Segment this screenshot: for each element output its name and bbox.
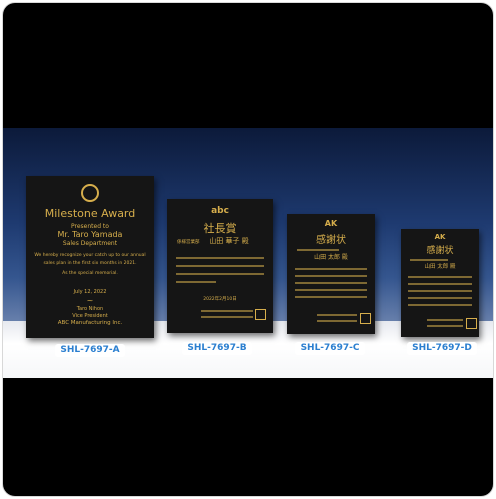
plaque-d-recipient: 山田 太郎 殿 xyxy=(424,264,456,270)
plaque-c-issuer-line xyxy=(317,320,357,322)
plaque-d-text-line xyxy=(408,276,472,278)
product-photo-frame: Milestone Award Presented to Mr. Taro Ya… xyxy=(3,3,493,496)
plaque-b-text-line xyxy=(176,257,264,259)
plaque-b-text-line xyxy=(176,265,264,267)
plaque-a: Milestone Award Presented to Mr. Taro Ya… xyxy=(26,176,154,338)
plaque-a-title: Milestone Award xyxy=(44,207,136,220)
plaque-a-signer: Taro Nihon xyxy=(76,306,104,312)
plaque-d-text-line xyxy=(408,290,472,292)
plaque-d-seal-icon xyxy=(466,318,477,329)
plaque-c-seal-icon xyxy=(360,313,371,324)
plaque-b-issuer-line xyxy=(201,316,253,318)
plaque-c-prefix-line xyxy=(297,249,339,251)
label-a: SHL-7697-A xyxy=(55,344,125,357)
plaque-a-presented-to: Presented to xyxy=(71,223,109,230)
plaque-d-issuer-line xyxy=(427,319,463,321)
plaque-a-body-2: sales plan in the first six months in 20… xyxy=(43,261,137,266)
plaque-d-issuer-line xyxy=(427,325,463,327)
plaque-c-text-line xyxy=(295,296,367,298)
plaque-b-text-line xyxy=(176,281,216,283)
plaque-a-company: ABC Manufacturing Inc. xyxy=(57,320,123,326)
plaque-a-signer-title: Vice President xyxy=(72,313,108,319)
plaque-d-title: 感謝状 xyxy=(426,246,454,256)
plaque-c-text-line xyxy=(295,275,367,277)
plaque-c-issuer-line xyxy=(317,314,357,316)
plaque-a-signature: ~ xyxy=(86,296,94,305)
plaque-d-logo: AK xyxy=(434,233,446,241)
plaque-c-text-line xyxy=(295,282,367,284)
plaque-c-title: 感謝状 xyxy=(316,235,346,246)
plaque-a-date: July 12, 2022 xyxy=(73,289,107,295)
plaque-d-text-line xyxy=(408,283,472,285)
plaque-c: AK 感謝状 山田 太郎 殿 xyxy=(287,214,375,334)
plaque-d-text-line xyxy=(408,304,472,306)
plaque-c-text-line xyxy=(295,289,367,291)
plaque-b-date: 2022年2月10日 xyxy=(203,297,237,302)
plaque-d-text-line xyxy=(408,297,472,299)
label-d: SHL-7697-D xyxy=(407,342,477,355)
plaque-d-prefix-line xyxy=(410,259,448,261)
plaque-b-title: 社長賞 xyxy=(203,222,237,235)
plaque-b-seal-icon xyxy=(255,309,266,320)
plaque-b-logo: abc xyxy=(211,206,229,216)
plaque-c-recipient: 山田 太郎 殿 xyxy=(314,254,348,261)
plaque-c-logo: AK xyxy=(324,219,338,228)
plaque-b-recipient: 山田 華子 殿 xyxy=(209,237,249,245)
label-b: SHL-7697-B xyxy=(182,342,252,355)
plaque-b-issuer-line xyxy=(201,310,253,312)
plaque-a-body-3: As the special memorial. xyxy=(62,271,118,276)
star-circle-logo-icon xyxy=(81,184,99,202)
plaque-b: abc 社長賞 係様営業部 山田 華子 殿 2022年2月10日 xyxy=(167,199,273,333)
plaque-d: AK 感謝状 山田 太郎 殿 xyxy=(401,229,479,337)
plaque-a-name: Mr. Taro Yamada xyxy=(57,230,123,239)
plaque-a-department: Sales Department xyxy=(62,240,118,247)
label-c: SHL-7697-C xyxy=(295,342,365,355)
plaque-c-text-line xyxy=(295,268,367,270)
plaque-b-text-line xyxy=(176,273,264,275)
plaque-a-body-1: We hereby recognize your catch up to our… xyxy=(34,253,146,258)
